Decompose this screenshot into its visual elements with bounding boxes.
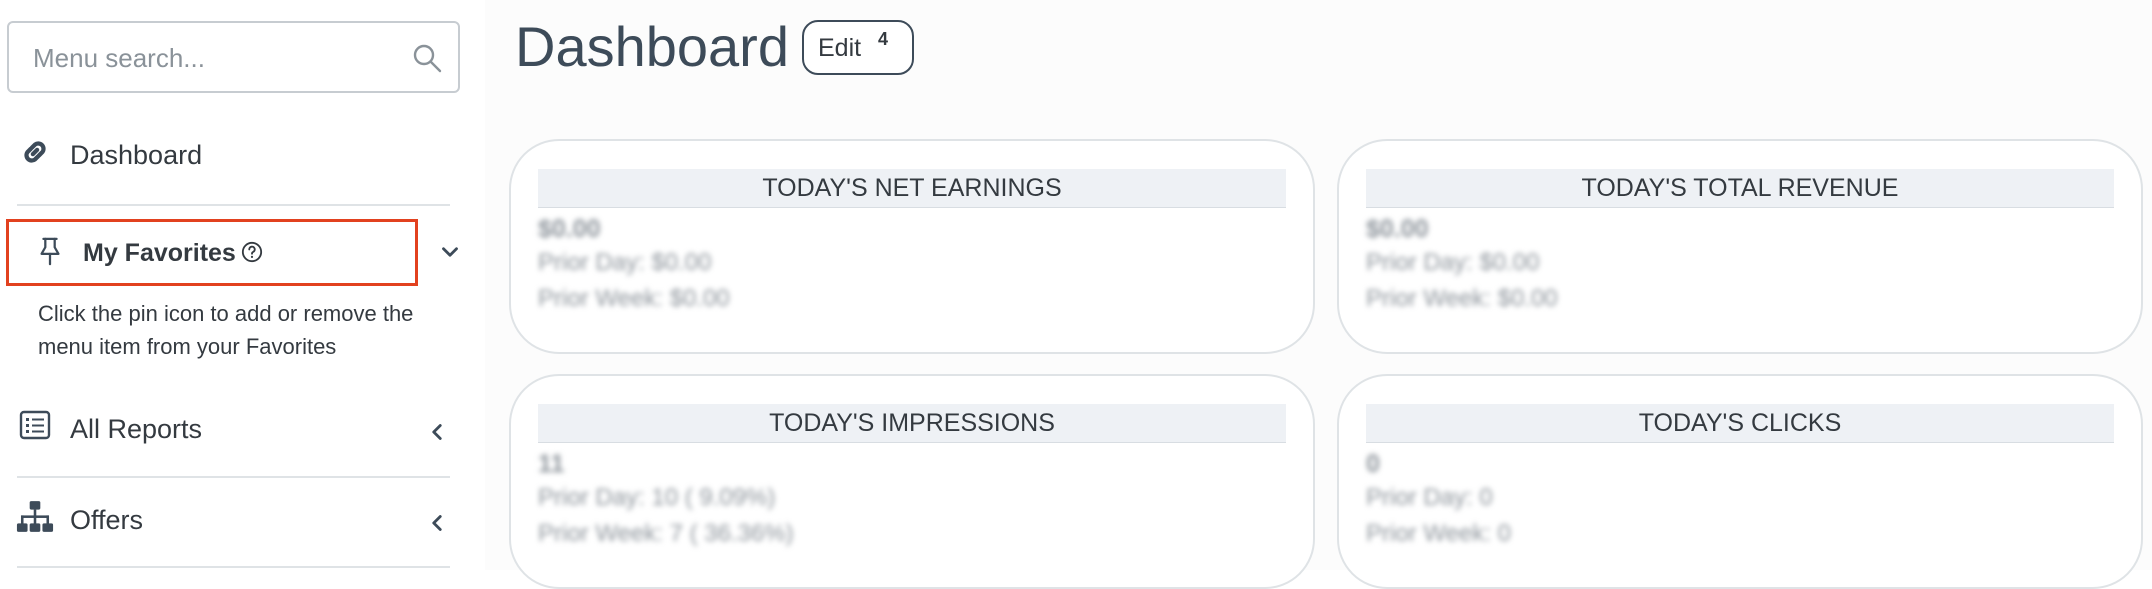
- card-prior-day: Prior Day: $0.00: [1366, 249, 1540, 276]
- card-value: 0: [1366, 450, 1380, 478]
- widget-card-total-revenue: TODAY'S TOTAL REVENUE $0.00 Prior Day: $…: [1337, 139, 2143, 354]
- sidebar-item-all-reports[interactable]: All Reports: [0, 403, 450, 453]
- link-icon: [24, 141, 46, 163]
- card-prior-week: Prior Week: 7 ( 36.36%): [538, 520, 794, 547]
- sidebar-item-label: My Favorites: [83, 239, 236, 267]
- widget-card-impressions: TODAY'S IMPRESSIONS 11 Prior Day: 10 ( 9…: [509, 374, 1315, 589]
- sidebar-item-label: Dashboard: [70, 140, 203, 170]
- card-prior-day: Prior Day: $0.00: [538, 249, 712, 276]
- menu-search-box[interactable]: [7, 21, 460, 93]
- card-value: 11: [538, 450, 565, 478]
- card-title: TODAY'S NET EARNINGS: [538, 169, 1286, 208]
- card-prior-week: Prior Week: 0: [1366, 520, 1511, 547]
- divider: [17, 476, 450, 478]
- widget-card-net-earnings: TODAY'S NET EARNINGS $0.00 Prior Day: $0…: [509, 139, 1315, 354]
- menu-search-input[interactable]: [31, 23, 395, 93]
- card-value: $0.00: [538, 215, 601, 243]
- card-title: TODAY'S TOTAL REVENUE: [1366, 169, 2114, 208]
- edit-button[interactable]: Edit 4: [802, 20, 914, 75]
- chevron-left-icon[interactable]: [424, 510, 450, 536]
- sitemap-icon: [16, 501, 54, 532]
- card-prior-day: Prior Day: 10 ( 9.09%): [538, 484, 776, 511]
- sidebar-item-label: Offers: [70, 505, 144, 535]
- card-value: $0.00: [1366, 215, 1429, 243]
- sidebar-item-offers[interactable]: Offers: [0, 494, 450, 544]
- sidebar-item-label: All Reports: [70, 414, 203, 444]
- page-title: Dashboard: [515, 15, 789, 78]
- sidebar: Dashboard My Favorites Click the pin ico…: [0, 0, 485, 570]
- divider: [17, 204, 450, 206]
- card-prior-week: Prior Week: $0.00: [1366, 285, 1558, 312]
- chevron-down-icon[interactable]: [437, 239, 463, 265]
- pin-icon[interactable]: [35, 234, 65, 268]
- divider: [17, 566, 450, 568]
- card-title: TODAY'S CLICKS: [1366, 404, 2114, 443]
- sidebar-item-my-favorites[interactable]: My Favorites: [0, 222, 458, 284]
- edit-count-badge: 4: [878, 29, 889, 49]
- widget-card-clicks: TODAY'S CLICKS 0 Prior Day: 0 Prior Week…: [1337, 374, 2143, 589]
- search-icon[interactable]: [411, 42, 443, 74]
- card-title: TODAY'S IMPRESSIONS: [538, 404, 1286, 443]
- list-icon: [19, 410, 51, 440]
- favorites-hint: Click the pin icon to add or remove the …: [38, 301, 414, 359]
- chevron-left-icon[interactable]: [424, 419, 450, 445]
- edit-button-label: Edit: [818, 34, 862, 62]
- main-content: Dashboard Edit 4 TODAY'S NET EARNINGS $0…: [485, 0, 2152, 589]
- question-circle-icon[interactable]: [241, 241, 263, 263]
- card-prior-week: Prior Week: $0.00: [538, 285, 730, 312]
- sidebar-item-dashboard[interactable]: Dashboard: [0, 130, 450, 180]
- card-prior-day: Prior Day: 0: [1366, 484, 1493, 511]
